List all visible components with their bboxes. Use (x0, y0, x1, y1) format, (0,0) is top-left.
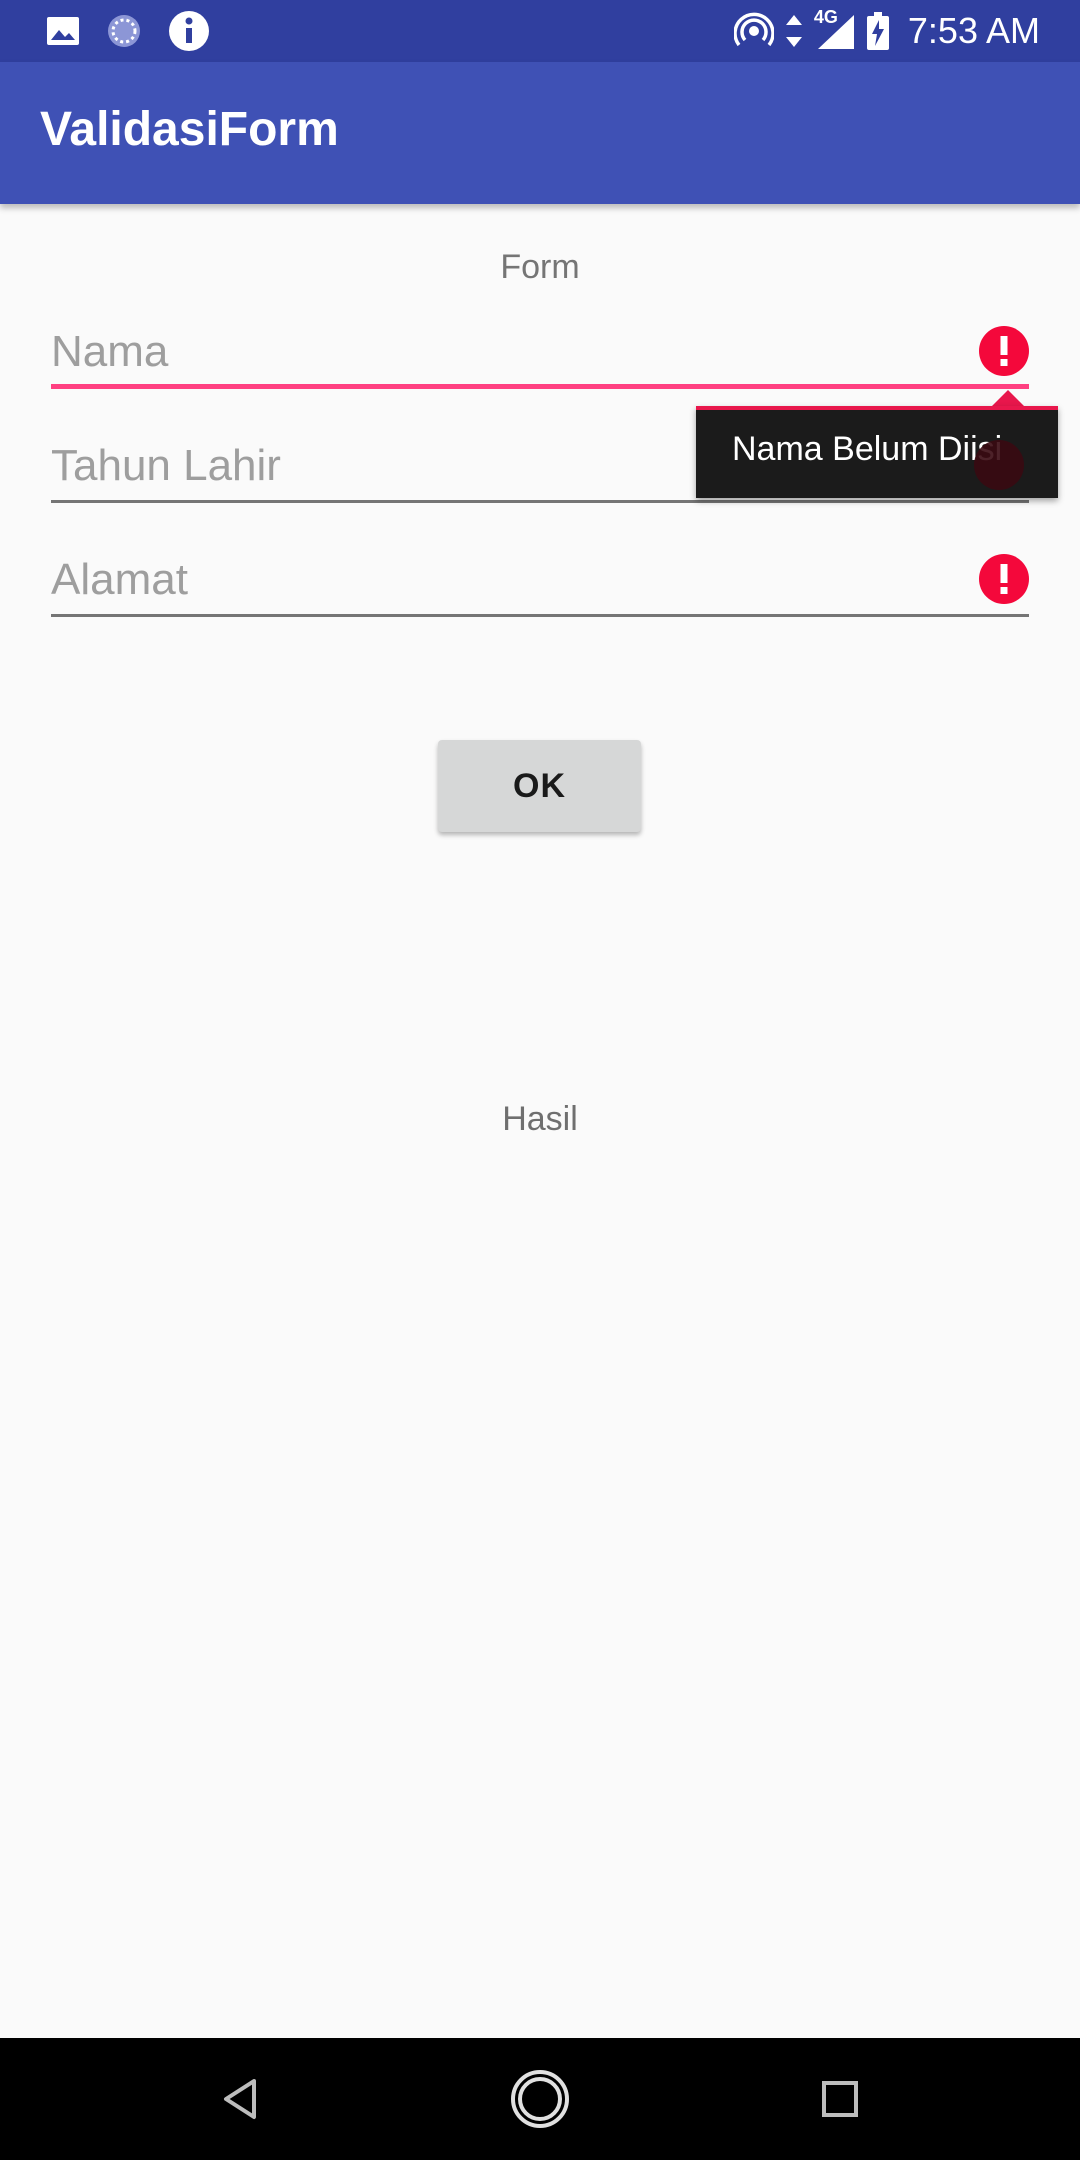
loading-icon (106, 13, 142, 49)
hotspot-icon (733, 11, 774, 51)
signal-icon: 4G (814, 7, 856, 51)
nama-input[interactable] (51, 316, 951, 388)
alamat-underline (51, 614, 1029, 617)
home-icon (511, 2070, 569, 2128)
result-label: Hasil (502, 1100, 578, 1138)
app-title: ValidasiForm (40, 103, 339, 156)
back-icon (224, 2079, 256, 2119)
nama-field (51, 316, 1029, 396)
network-type-label: 4G (813, 7, 838, 27)
app-bar: ValidasiForm (0, 62, 1080, 204)
status-bar: 4G 7:53 AM (0, 0, 1080, 62)
info-icon (168, 10, 210, 52)
nama-error-icon[interactable] (979, 326, 1029, 376)
alamat-field (51, 544, 1029, 624)
image-icon (46, 16, 80, 46)
recents-icon (822, 2081, 858, 2117)
tahun-lahir-underline (51, 500, 1029, 503)
status-left-icons (46, 10, 210, 52)
navigation-bar (0, 2038, 1080, 2160)
error-tooltip-text: Nama Belum Diisi (732, 430, 1003, 468)
status-time: 7:53 AM (907, 10, 1040, 51)
home-button[interactable] (480, 2038, 600, 2160)
back-button[interactable] (180, 2038, 300, 2160)
battery-charging-icon (866, 11, 890, 51)
alamat-error-icon[interactable] (979, 554, 1029, 604)
recents-button[interactable] (780, 2038, 900, 2160)
ok-button[interactable]: OK (438, 740, 641, 832)
form-heading: Form (500, 248, 580, 286)
tooltip-arrow (992, 390, 1024, 406)
nama-underline (51, 384, 1029, 389)
status-right-icons: 4G 7:53 AM (733, 7, 1040, 54)
tahun-lahir-error-icon (974, 440, 1024, 490)
alamat-input[interactable] (51, 544, 951, 616)
data-arrows-icon (784, 13, 804, 49)
